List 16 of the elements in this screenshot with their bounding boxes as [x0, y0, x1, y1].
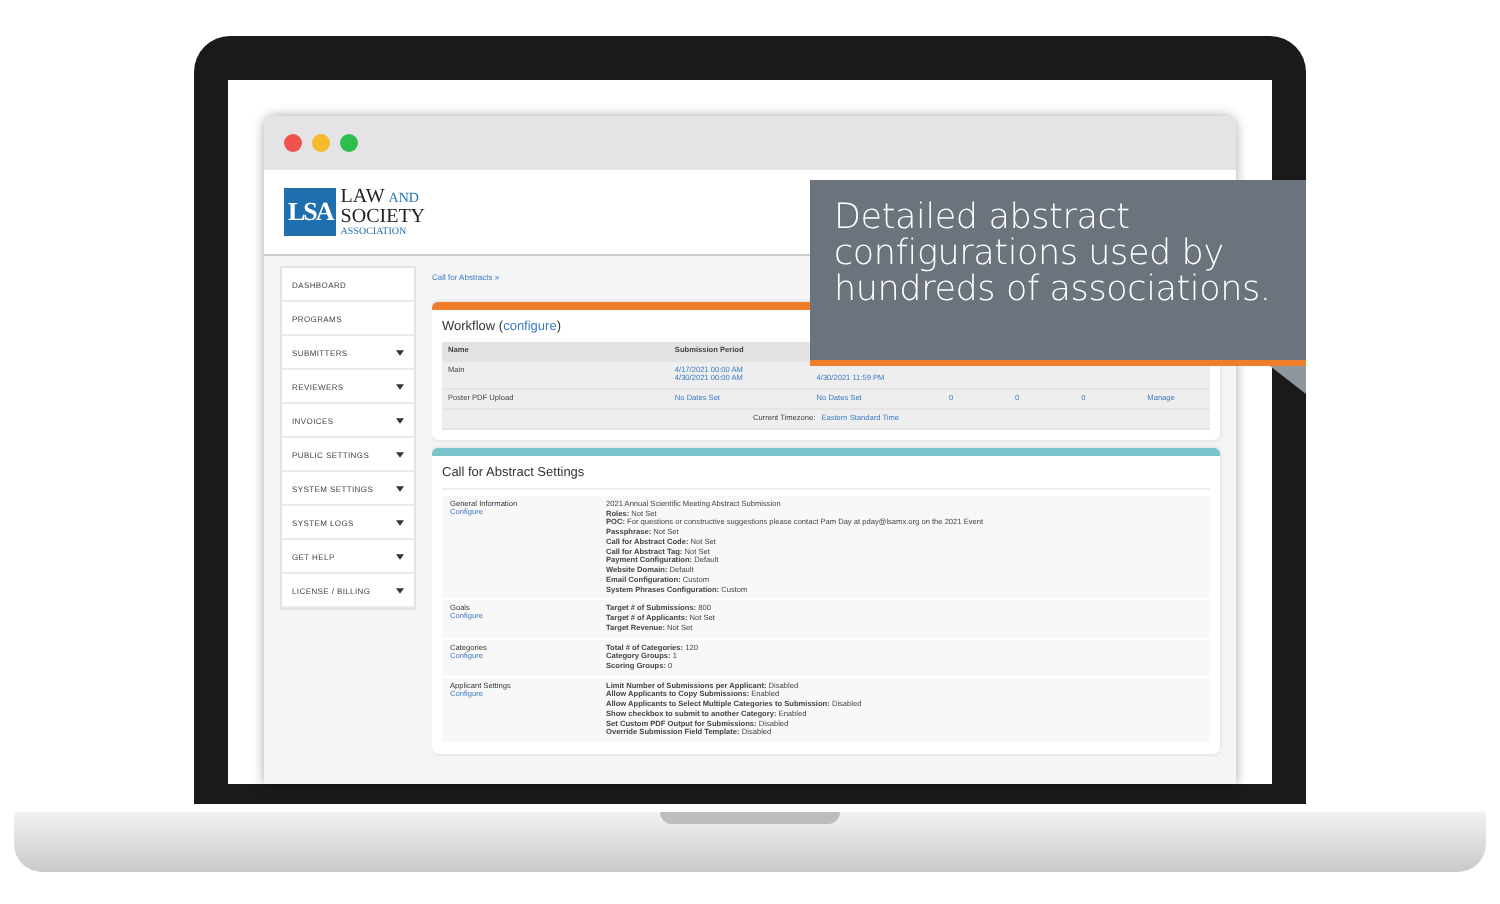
- maximize-dot-icon[interactable]: [340, 134, 358, 152]
- close-dot-icon[interactable]: [284, 134, 302, 152]
- logo-text: SOCIETY: [340, 207, 426, 227]
- caret-icon: [396, 519, 404, 525]
- caret-icon: [396, 553, 404, 559]
- caret-icon: [396, 587, 404, 593]
- minimize-dot-icon[interactable]: [312, 134, 330, 152]
- caret-icon: [396, 451, 404, 457]
- caret-icon: [396, 417, 404, 423]
- callout-text: Detailed abstract configurations used by hundreds of associations.: [834, 200, 1273, 309]
- caret-icon: [396, 383, 404, 389]
- logo-mark: LSA: [284, 188, 337, 236]
- caret-icon: [396, 349, 404, 355]
- logo-text: LAW: [340, 187, 385, 207]
- fold-corner-icon: [1270, 366, 1306, 394]
- caret-icon: [396, 485, 404, 491]
